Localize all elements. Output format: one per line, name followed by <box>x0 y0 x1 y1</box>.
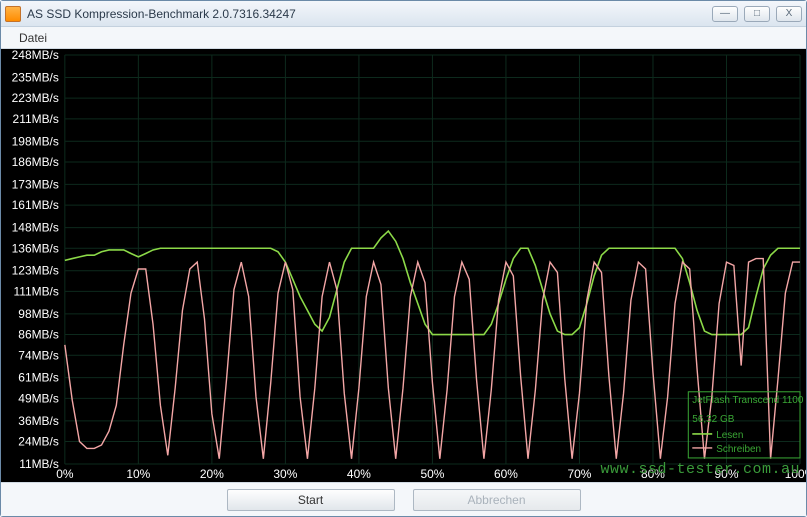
menubar: Datei <box>1 27 806 49</box>
svg-text:30%: 30% <box>273 467 297 481</box>
svg-text:136MB/s: 136MB/s <box>12 241 59 255</box>
window-title: AS SSD Kompression-Benchmark 2.0.7316.34… <box>27 7 712 21</box>
maximize-button[interactable]: □ <box>744 6 770 22</box>
legend-size: 56,32 GB <box>692 414 734 425</box>
svg-text:61MB/s: 61MB/s <box>18 371 59 385</box>
svg-text:74MB/s: 74MB/s <box>18 348 59 362</box>
cancel-button: Abbrechen <box>413 489 581 511</box>
menu-file[interactable]: Datei <box>11 28 55 48</box>
svg-text:50%: 50% <box>420 467 444 481</box>
window-controls: — □ X <box>712 6 802 22</box>
svg-text:161MB/s: 161MB/s <box>12 198 59 212</box>
minimize-button[interactable]: — <box>712 6 738 22</box>
svg-text:11MB/s: 11MB/s <box>19 457 59 471</box>
svg-text:20%: 20% <box>200 467 224 481</box>
svg-text:0%: 0% <box>56 467 74 481</box>
start-button[interactable]: Start <box>227 489 395 511</box>
compression-chart: 248MB/s 235MB/s 223MB/s 211MB/s 198MB/s 186MB… <box>1 49 806 482</box>
legend-read: Lesen <box>716 430 743 441</box>
legend-device: JetFlash Transcend 1100 <box>692 395 804 406</box>
svg-text:123MB/s: 123MB/s <box>12 264 59 278</box>
svg-text:248MB/s: 248MB/s <box>12 49 59 62</box>
svg-text:86MB/s: 86MB/s <box>18 328 59 342</box>
close-button[interactable]: X <box>776 6 802 22</box>
svg-text:173MB/s: 173MB/s <box>12 177 59 191</box>
svg-text:10%: 10% <box>126 467 150 481</box>
svg-text:211MB/s: 211MB/s <box>13 112 59 126</box>
chart-area: 248MB/s 235MB/s 223MB/s 211MB/s 198MB/s 186MB… <box>1 49 806 482</box>
app-window: AS SSD Kompression-Benchmark 2.0.7316.34… <box>0 0 807 517</box>
svg-text:70%: 70% <box>567 467 591 481</box>
svg-text:40%: 40% <box>347 467 371 481</box>
watermark: www.ssd-tester.com.au <box>600 461 800 478</box>
svg-text:235MB/s: 235MB/s <box>12 70 59 84</box>
svg-text:36MB/s: 36MB/s <box>18 414 59 428</box>
svg-text:186MB/s: 186MB/s <box>12 155 59 169</box>
svg-text:111MB/s: 111MB/s <box>13 284 58 298</box>
svg-text:60%: 60% <box>494 467 518 481</box>
svg-text:24MB/s: 24MB/s <box>18 435 59 449</box>
titlebar: AS SSD Kompression-Benchmark 2.0.7316.34… <box>1 1 806 27</box>
svg-text:98MB/s: 98MB/s <box>18 307 59 321</box>
svg-text:49MB/s: 49MB/s <box>18 391 59 405</box>
svg-text:148MB/s: 148MB/s <box>12 221 59 235</box>
svg-text:198MB/s: 198MB/s <box>12 134 59 148</box>
footer: Start Abbrechen <box>1 482 806 516</box>
svg-text:223MB/s: 223MB/s <box>12 91 59 105</box>
legend-write: Schreiben <box>716 444 761 455</box>
app-icon <box>5 6 21 22</box>
